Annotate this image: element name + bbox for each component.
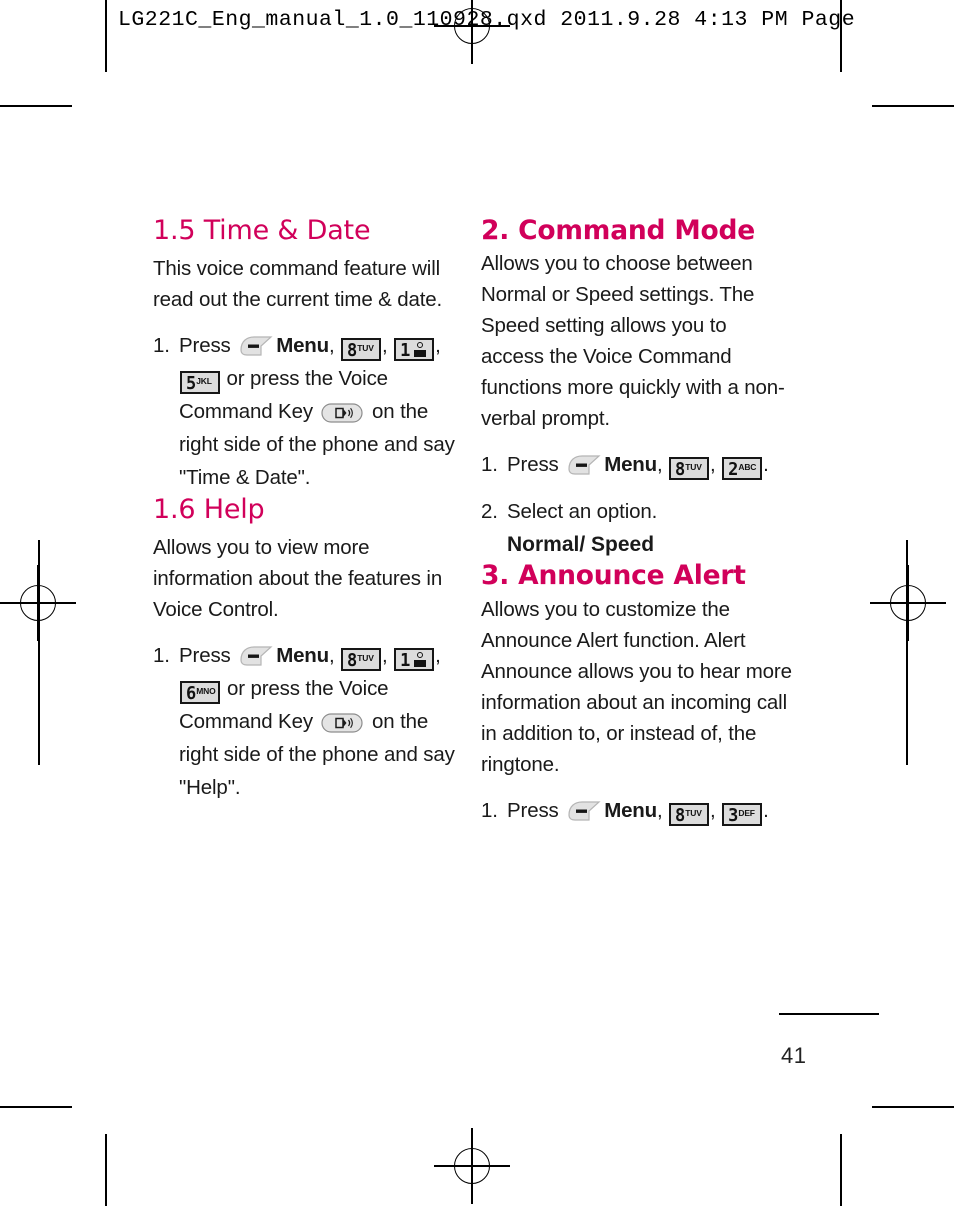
- section-paragraph: Allows you to choose between Normal or S…: [481, 252, 785, 431]
- step-number: 1.: [481, 453, 498, 477]
- section-paragraph: Allows you to customize the Announce Ale…: [481, 597, 792, 776]
- section-paragraph: This voice command feature will read out…: [153, 256, 443, 311]
- step-number: 1.: [153, 333, 170, 357]
- crop-mark-top-left-h: [0, 105, 72, 107]
- footer-rule: [779, 1013, 879, 1015]
- instruction-step: 1. Press Menu, 8TUV, 1, 6MNO or press the…: [153, 639, 465, 804]
- crop-mark-bottom-left-v: [105, 1134, 107, 1206]
- trim-rule-mid-right-bottom: [906, 640, 908, 765]
- section-heading: 2. Command Mode: [481, 215, 756, 246]
- crop-mark-bottom-left-h: [0, 1106, 72, 1108]
- crop-mark-bottom-right-v: [840, 1134, 842, 1206]
- menu-label: Menu: [604, 798, 657, 822]
- crop-mark-top-right-h: [872, 105, 954, 107]
- instruction-step: 1. Press Menu, 8TUV, 1, 5JKL or press the…: [153, 329, 465, 494]
- section-heading: 1.5 Time & Date: [153, 215, 371, 246]
- section-paragraph: Allows you to view more information abou…: [153, 535, 443, 621]
- keycap-6: 6MNO: [180, 680, 221, 704]
- step-number: 1.: [153, 643, 170, 667]
- instruction-step: 1. Press Menu, 8TUV, 3DEF.: [481, 794, 793, 827]
- menu-softkey: [567, 454, 601, 476]
- section-heading: 1.6 Help: [153, 493, 265, 525]
- keycap-1: 1: [394, 337, 435, 361]
- left-column: 1.5 Time & Date This voice command featur…: [153, 215, 465, 804]
- trim-rule-left: [105, 0, 107, 72]
- keycap-8: 8TUV: [341, 647, 382, 671]
- section-heading: 3. Announce Alert: [481, 560, 746, 592]
- registration-mark-right: [870, 565, 946, 641]
- keycap-3: 3DEF: [722, 802, 763, 826]
- registration-mark-bottom: [434, 1128, 510, 1204]
- trim-rule-mid-left-bottom: [38, 640, 40, 765]
- right-column: 2. Command Mode Allows you to choose betw…: [481, 215, 793, 827]
- printed-page: [0, 0, 954, 1206]
- crop-mark-bottom-right-h: [872, 1106, 954, 1108]
- keycap-2: 2ABC: [722, 457, 763, 481]
- menu-softkey: [239, 645, 273, 667]
- keycap-1: 1: [394, 647, 435, 671]
- print-job-header: LG221C_Eng_manual_1.0_110928.qxd 2011.9.…: [118, 8, 856, 32]
- step-number: 2.: [481, 500, 498, 524]
- option-values: Normal/ Speed: [507, 533, 655, 557]
- voicemail-icon: [414, 341, 427, 357]
- instruction-step: 1. Press Menu, 8TUV, 2ABC.: [481, 448, 793, 481]
- keycap-8: 8TUV: [669, 802, 710, 826]
- menu-softkey: [239, 335, 273, 357]
- keycap-8: 8TUV: [341, 337, 382, 361]
- menu-label: Menu: [604, 453, 657, 477]
- keycap-5: 5JKL: [180, 370, 220, 394]
- page-number: 41: [781, 1043, 807, 1068]
- keycap-8: 8TUV: [669, 457, 710, 481]
- voicemail-icon: [414, 651, 427, 667]
- menu-label: Menu: [276, 333, 329, 357]
- menu-softkey: [567, 800, 601, 822]
- menu-label: Menu: [276, 643, 329, 667]
- step-number: 1.: [481, 798, 498, 822]
- voice-command-key: [321, 402, 364, 424]
- instruction-step: 2. Select an option.: [481, 495, 793, 528]
- registration-mark-left: [0, 565, 76, 641]
- voice-command-key: [321, 712, 364, 734]
